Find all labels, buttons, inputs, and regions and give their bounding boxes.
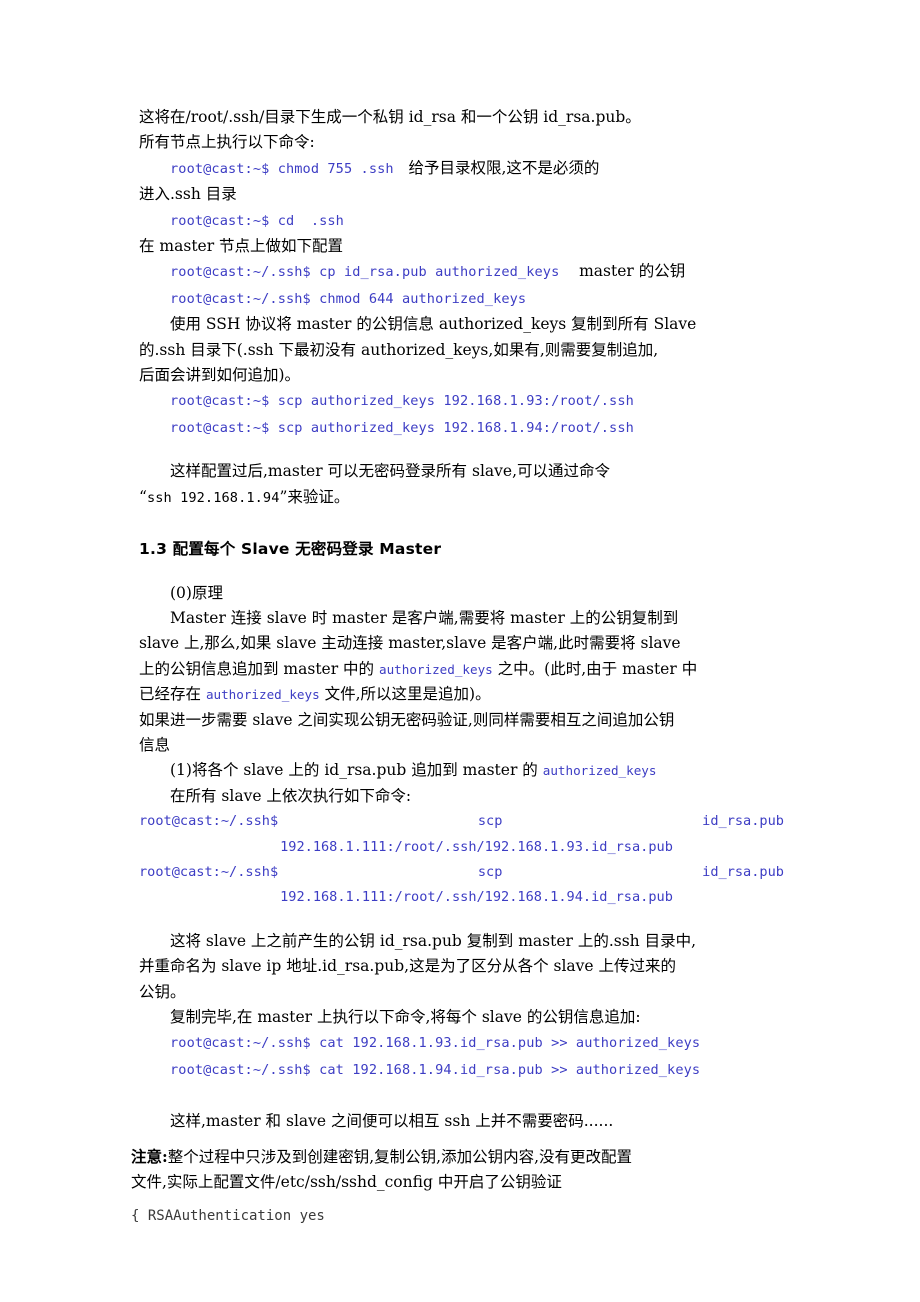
note-paragraph: 注意:整个过程中只涉及到创建密钥,复制公钥,添加公钥内容,没有更改配置 — [131, 1144, 784, 1170]
command-cat-93-line: root@cast:~/.ssh$ cat 192.168.1.93.id_rs… — [139, 1030, 784, 1056]
command-scp-94: root@cast:~$ scp authorized_keys 192.168… — [170, 419, 634, 436]
command-scp-94-dest-line: 192.168.1.111:/root/.ssh/192.168.1.94.id… — [139, 885, 784, 910]
inline-authorized-keys-2: authorized_keys — [205, 687, 320, 703]
command-cp-idrsa-note: master 的公钥 — [579, 262, 686, 281]
command-scp-94-verb: scp — [477, 863, 503, 880]
inline-authorized-keys-3: authorized_keys — [542, 763, 657, 779]
command-ssh-verify: ssh 192.168.1.94 — [146, 489, 280, 506]
paragraph-principle-line4: 已经存在 authorized_keys 文件,所以这里是追加)。 — [139, 682, 784, 707]
command-scp-94-prompt: root@cast:~/.ssh$ — [139, 863, 279, 880]
command-scp-93-source: id_rsa.pub — [702, 813, 784, 830]
command-cat-94-line: root@cast:~/.ssh$ cat 192.168.1.94.id_rs… — [139, 1057, 784, 1083]
command-scp-94-dest: 192.168.1.111:/root/.ssh/192.168.1.94.id… — [280, 889, 673, 906]
command-cat-93: root@cast:~/.ssh$ cat 192.168.1.93.id_rs… — [170, 1035, 701, 1052]
paragraph-copy-pubkey-line1: 使用 SSH 协议将 master 的公钥信息 authorized_keys … — [170, 315, 697, 334]
paragraph-slave-mutual-line2: 信息 — [139, 735, 171, 754]
document-body: 这将在/root/.ssh/目录下生成一个私钥 id_rsa 和一个公钥 id_… — [131, 105, 784, 1230]
paragraph-slave-mutual-line1: 如果进一步需要 slave 之间实现公钥无密码验证,则同样需要相互之间追加公钥 — [139, 710, 675, 729]
command-chmod-755-line: root@cast:~$ chmod 755 .ssh 给予目录权限,这不是必须… — [139, 156, 784, 182]
command-scp-93-verb: scp — [477, 813, 503, 830]
paragraph-verify-line1: 这样配置过后,master 可以无密码登录所有 slave,可以通过命令 — [170, 462, 610, 481]
command-chmod-644-line: root@cast:~/.ssh$ chmod 644 authorized_k… — [139, 286, 784, 312]
config-snippet-line: { RSAAuthentication yes — [131, 1208, 325, 1225]
command-cp-idrsa: root@cast:~/.ssh$ cp id_rsa.pub authoriz… — [170, 264, 560, 281]
quote-close-text: ”来验证。 — [279, 487, 350, 506]
principle-line4-part2: 文件,所以这里是追加)。 — [319, 685, 491, 704]
command-cp-idrsa-line: root@cast:~/.ssh$ cp id_rsa.pub authoriz… — [139, 259, 784, 285]
command-scp-93: root@cast:~$ scp authorized_keys 192.168… — [170, 393, 634, 410]
paragraph-generate-keys-line1: 这将在/root/.ssh/目录下生成一个私钥 id_rsa 和一个公钥 id_… — [139, 108, 641, 126]
paragraph-rename-line3: 公钥。 — [139, 982, 186, 1001]
paragraph-generate-keys-line2: 所有节点上执行以下命令: — [139, 133, 315, 152]
command-scp-94-line: root@cast:~$ scp authorized_keys 192.168… — [139, 415, 784, 441]
heading-1-3: 1.3 配置每个 Slave 无密码登录 Master — [139, 540, 442, 559]
command-cd-ssh: root@cast:~$ cd .ssh — [170, 212, 344, 229]
paragraph-rename-line2: 并重命名为 slave ip 地址.id_rsa.pub,这是为了区分从各个 s… — [139, 957, 677, 976]
note-label: 注意: — [131, 1146, 168, 1166]
command-chmod-755: root@cast:~$ chmod 755 .ssh — [170, 160, 394, 177]
command-chmod-755-note: 给予目录权限,这不是必须的 — [408, 158, 600, 177]
paragraph-step1: (1)将各个 slave 上的 id_rsa.pub 追加到 master 的 … — [139, 758, 784, 783]
paragraph-principle-line2: slave 上,那么,如果 slave 主动连接 master,slave 是客… — [139, 634, 681, 653]
step1-text: (1)将各个 slave 上的 id_rsa.pub 追加到 master 的 — [170, 761, 543, 780]
paragraph-principle-line1: Master 连接 slave 时 master 是客户端,需要将 master… — [170, 608, 679, 627]
principle-line3-part2: 之中。(此时,由于 master 中 — [492, 659, 698, 678]
paragraph-enter-ssh-dir: 进入.ssh 目录 — [139, 185, 237, 204]
command-scp-94-justified: root@cast:~/.ssh$ scp id_rsa.pub — [139, 860, 784, 885]
paragraph-run-on-slaves: 在所有 slave 上依次执行如下命令: — [170, 786, 412, 805]
paragraph-copy-pubkey-line3: 后面会讲到如何追加)。 — [139, 366, 301, 385]
command-scp-93-line: root@cast:~$ scp authorized_keys 192.168… — [139, 388, 784, 414]
note-body-line1: 整个过程中只涉及到创建密钥,复制公钥,添加公钥内容,没有更改配置 — [167, 1147, 633, 1166]
paragraph-principle-line3: 上的公钥信息追加到 master 中的 authorized_keys 之中。(… — [139, 657, 784, 682]
command-scp-94-source: id_rsa.pub — [702, 863, 784, 880]
paragraph-append-instruction: 复制完毕,在 master 上执行以下命令,将每个 slave 的公钥信息追加: — [170, 1008, 641, 1026]
command-cat-94: root@cast:~/.ssh$ cat 192.168.1.94.id_rs… — [170, 1061, 701, 1078]
command-scp-93-dest-line: 192.168.1.111:/root/.ssh/192.168.1.93.id… — [139, 835, 784, 860]
principle-line3-part1: 上的公钥信息追加到 master 中的 — [139, 659, 379, 678]
quote-open: “ — [139, 487, 147, 506]
paragraph-copy-pubkey-line2: 的.ssh 目录下(.ssh 下最初没有 authorized_keys,如果有… — [139, 340, 659, 359]
note-body-line2: 文件,实际上配置文件/etc/ssh/sshd_config 中开启了公钥验证 — [131, 1173, 562, 1192]
command-chmod-644: root@cast:~/.ssh$ chmod 644 authorized_k… — [170, 290, 527, 307]
paragraph-conclusion: 这样,master 和 slave 之间便可以相互 ssh 上并不需要密码...… — [170, 1112, 614, 1131]
inline-authorized-keys-1: authorized_keys — [379, 661, 493, 677]
command-scp-93-dest: 192.168.1.111:/root/.ssh/192.168.1.93.id… — [280, 838, 673, 855]
command-scp-93-prompt: root@cast:~/.ssh$ — [139, 813, 279, 830]
command-cd-ssh-line: root@cast:~$ cd .ssh — [139, 208, 784, 234]
principle-line4-part1: 已经存在 — [139, 685, 206, 704]
paragraph-principle-title: (0)原理 — [170, 583, 223, 602]
document-page: 这将在/root/.ssh/目录下生成一个私钥 id_rsa 和一个公钥 id_… — [0, 0, 920, 1302]
paragraph-rename-line1: 这将 slave 上之前产生的公钥 id_rsa.pub 复制到 master … — [170, 931, 697, 950]
command-scp-93-justified: root@cast:~/.ssh$ scp id_rsa.pub — [139, 809, 784, 834]
paragraph-verify-line2: “ssh 192.168.1.94”来验证。 — [139, 485, 784, 511]
paragraph-master-config: 在 master 节点上做如下配置 — [139, 237, 344, 256]
